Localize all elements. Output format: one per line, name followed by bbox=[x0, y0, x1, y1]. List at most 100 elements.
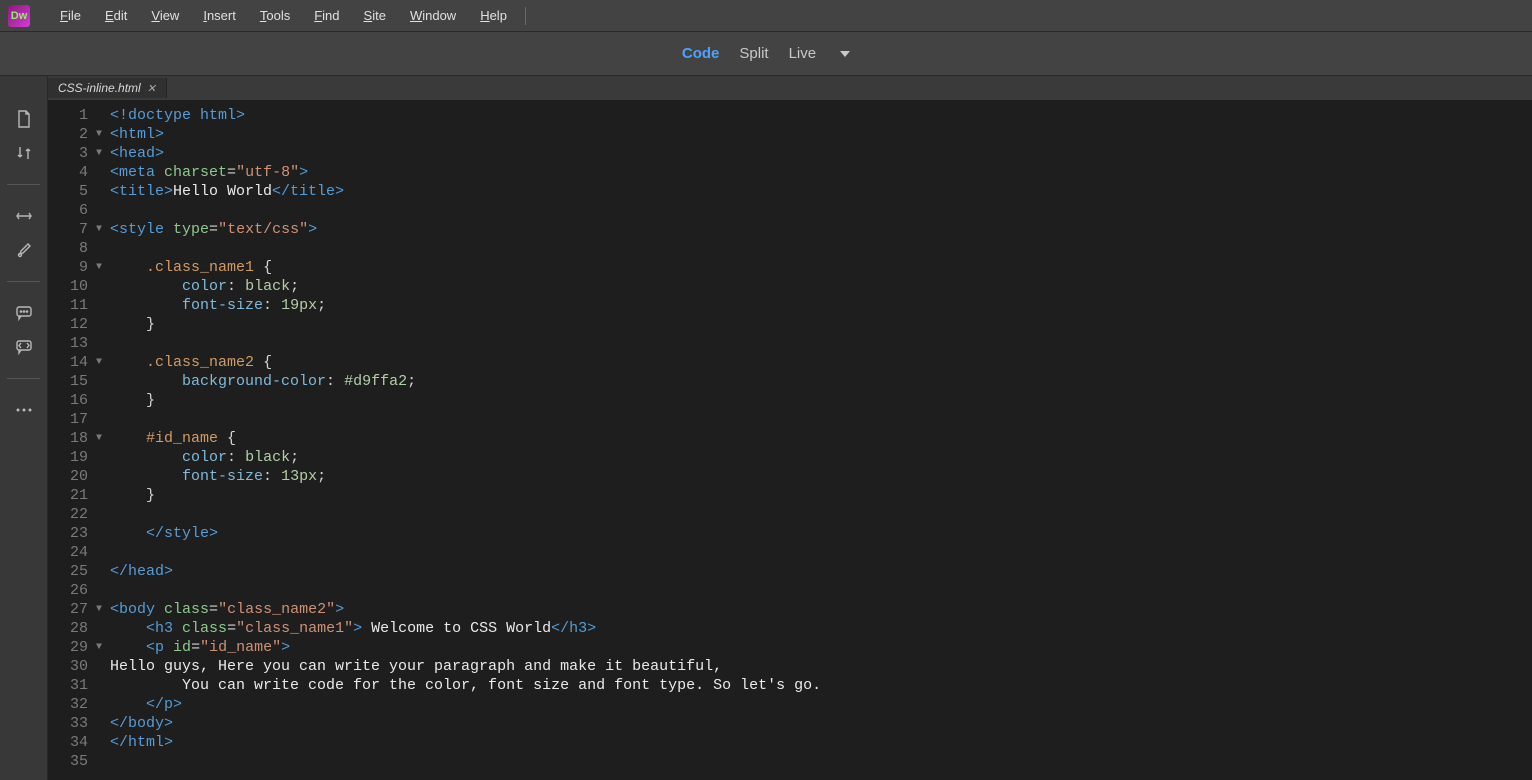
fold-empty bbox=[92, 752, 106, 771]
code-line[interactable] bbox=[110, 239, 821, 258]
code-line[interactable]: </head> bbox=[110, 562, 821, 581]
fold-empty bbox=[92, 524, 106, 543]
line-number: 23 bbox=[62, 524, 88, 543]
line-number: 5 bbox=[62, 182, 88, 201]
code-line[interactable]: <style type="text/css"> bbox=[110, 220, 821, 239]
fold-marker-icon[interactable]: ▼ bbox=[92, 125, 106, 144]
line-number: 30 bbox=[62, 657, 88, 676]
code-line[interactable]: #id_name { bbox=[110, 429, 821, 448]
code-line[interactable]: <h3 class="class_name1"> Welcome to CSS … bbox=[110, 619, 821, 638]
code-line[interactable] bbox=[110, 543, 821, 562]
line-number: 27 bbox=[62, 600, 88, 619]
fold-empty bbox=[92, 676, 106, 695]
editor-area: CSS-inline.html ✕ 1234567891011121314151… bbox=[48, 76, 1532, 780]
line-number: 25 bbox=[62, 562, 88, 581]
fold-empty bbox=[92, 505, 106, 524]
more-icon[interactable] bbox=[6, 395, 42, 425]
code-line[interactable]: </body> bbox=[110, 714, 821, 733]
code-line[interactable]: font-size: 19px; bbox=[110, 296, 821, 315]
view-split-button[interactable]: Split bbox=[739, 45, 768, 62]
code-line[interactable]: .class_name2 { bbox=[110, 353, 821, 372]
code-line[interactable] bbox=[110, 334, 821, 353]
chat-icon[interactable] bbox=[6, 298, 42, 328]
file-tab[interactable]: CSS-inline.html ✕ bbox=[48, 78, 167, 98]
code-line[interactable]: <p id="id_name"> bbox=[110, 638, 821, 657]
fold-empty bbox=[92, 296, 106, 315]
menubar: Dw FileEditViewInsertToolsFindSiteWindow… bbox=[0, 0, 1532, 32]
line-number: 18 bbox=[62, 429, 88, 448]
code-line[interactable]: <!doctype html> bbox=[110, 106, 821, 125]
line-number: 24 bbox=[62, 543, 88, 562]
brush-icon[interactable] bbox=[6, 235, 42, 265]
code-line[interactable]: .class_name1 { bbox=[110, 258, 821, 277]
expand-icon[interactable] bbox=[6, 201, 42, 231]
menu-site[interactable]: Site bbox=[352, 4, 398, 27]
fold-marker-icon[interactable]: ▼ bbox=[92, 429, 106, 448]
sidebar-divider bbox=[7, 378, 40, 379]
fold-marker-icon[interactable]: ▼ bbox=[92, 144, 106, 163]
code-line[interactable] bbox=[110, 201, 821, 220]
code-line[interactable]: color: black; bbox=[110, 277, 821, 296]
menu-view[interactable]: View bbox=[139, 4, 191, 27]
code-line[interactable]: <body class="class_name2"> bbox=[110, 600, 821, 619]
code-line[interactable]: </p> bbox=[110, 695, 821, 714]
view-live-button[interactable]: Live bbox=[789, 45, 817, 62]
code-line[interactable]: <html> bbox=[110, 125, 821, 144]
fold-empty bbox=[92, 163, 106, 182]
line-number: 14 bbox=[62, 353, 88, 372]
menu-insert[interactable]: Insert bbox=[191, 4, 248, 27]
code-line[interactable]: </style> bbox=[110, 524, 821, 543]
fold-empty bbox=[92, 619, 106, 638]
code-line[interactable]: </html> bbox=[110, 733, 821, 752]
menu-tools[interactable]: Tools bbox=[248, 4, 302, 27]
code-content[interactable]: <!doctype html><html><head><meta charset… bbox=[106, 100, 821, 780]
code-line[interactable]: } bbox=[110, 391, 821, 410]
code-line[interactable] bbox=[110, 410, 821, 429]
snippet-icon[interactable] bbox=[6, 332, 42, 362]
code-line[interactable]: Hello guys, Here you can write your para… bbox=[110, 657, 821, 676]
tab-bar: CSS-inline.html ✕ bbox=[48, 76, 1532, 100]
code-line[interactable]: You can write code for the color, font s… bbox=[110, 676, 821, 695]
menu-file[interactable]: File bbox=[48, 4, 93, 27]
code-line[interactable]: } bbox=[110, 315, 821, 334]
sidebar-divider bbox=[7, 281, 40, 282]
fold-empty bbox=[92, 315, 106, 334]
line-number: 3 bbox=[62, 144, 88, 163]
code-line[interactable]: } bbox=[110, 486, 821, 505]
fold-empty bbox=[92, 448, 106, 467]
code-line[interactable] bbox=[110, 581, 821, 600]
sort-icon[interactable] bbox=[6, 138, 42, 168]
code-line[interactable]: font-size: 13px; bbox=[110, 467, 821, 486]
menu-find[interactable]: Find bbox=[302, 4, 351, 27]
view-code-button[interactable]: Code bbox=[682, 45, 720, 62]
line-number: 1 bbox=[62, 106, 88, 125]
fold-empty bbox=[92, 695, 106, 714]
code-line[interactable]: <head> bbox=[110, 144, 821, 163]
fold-marker-icon[interactable]: ▼ bbox=[92, 353, 106, 372]
fold-empty bbox=[92, 239, 106, 258]
line-number: 17 bbox=[62, 410, 88, 429]
menu-help[interactable]: Help bbox=[468, 4, 519, 27]
fold-marker-icon[interactable]: ▼ bbox=[92, 220, 106, 239]
code-line[interactable] bbox=[110, 752, 821, 771]
view-dropdown-icon[interactable] bbox=[840, 51, 850, 57]
code-line[interactable]: background-color: #d9ffa2; bbox=[110, 372, 821, 391]
code-editor[interactable]: 1234567891011121314151617181920212223242… bbox=[48, 100, 1532, 780]
fold-marker-icon[interactable]: ▼ bbox=[92, 600, 106, 619]
code-line[interactable]: <title>Hello World</title> bbox=[110, 182, 821, 201]
line-number-gutter: 1234567891011121314151617181920212223242… bbox=[48, 100, 92, 780]
line-number: 28 bbox=[62, 619, 88, 638]
line-number: 9 bbox=[62, 258, 88, 277]
code-line[interactable] bbox=[110, 505, 821, 524]
fold-marker-icon[interactable]: ▼ bbox=[92, 258, 106, 277]
code-line[interactable]: color: black; bbox=[110, 448, 821, 467]
menu-edit[interactable]: Edit bbox=[93, 4, 139, 27]
file-tab-label: CSS-inline.html bbox=[58, 81, 141, 95]
document-icon[interactable] bbox=[6, 104, 42, 134]
view-toolbar: Code Split Live bbox=[0, 32, 1532, 76]
close-icon[interactable]: ✕ bbox=[147, 82, 156, 95]
fold-marker-icon[interactable]: ▼ bbox=[92, 638, 106, 657]
menu-window[interactable]: Window bbox=[398, 4, 468, 27]
line-number: 10 bbox=[62, 277, 88, 296]
code-line[interactable]: <meta charset="utf-8"> bbox=[110, 163, 821, 182]
